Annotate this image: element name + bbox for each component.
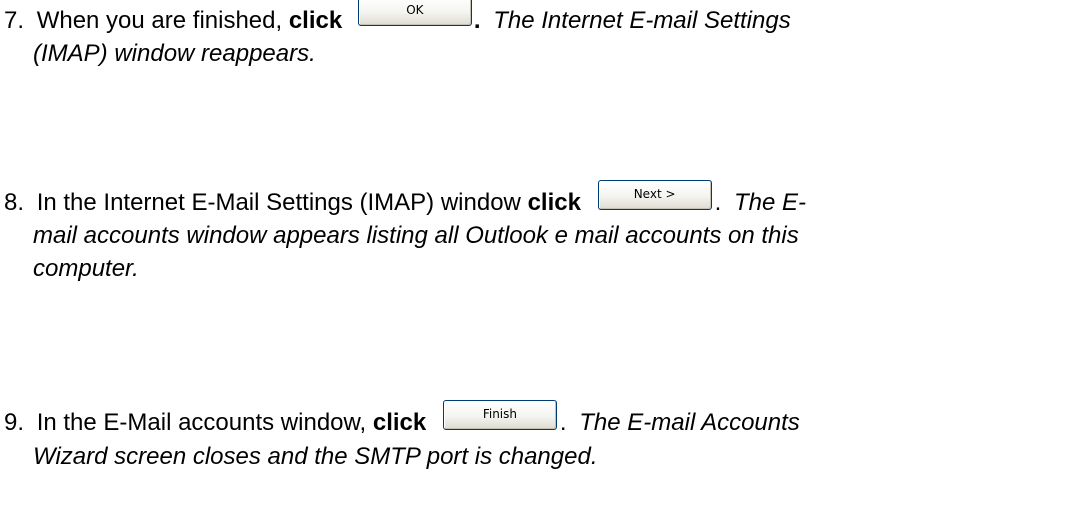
step-8-line-1: 8. In the Internet E-Mail Settings (IMAP… [4,180,806,219]
step-8-line-3: computer. [33,252,139,285]
step-instruction: When you are finished, [36,7,289,34]
step-8-line-2: mail accounts window appears listing all… [33,219,799,252]
step-9-line-1: 9. In the E-Mail accounts window, click … [4,400,800,439]
step-number: 7. [4,7,25,34]
step-result-note: The E- [733,189,806,216]
step-result-note-continued: Wizard screen closes and the SMTP port i… [33,443,598,470]
next-button[interactable]: Next > [597,180,712,210]
step-instruction: In the Internet E-Mail Settings (IMAP) w… [36,189,528,216]
step-instruction: In the E-Mail accounts window, [36,409,373,436]
step-period: . [559,409,567,436]
step-action-word: click [372,409,427,436]
step-result-note: The E-mail Accounts [579,409,800,436]
step-action-word: click [527,189,581,216]
finish-button[interactable]: Finish [442,400,557,430]
step-result-note-continued: mail accounts window appears listing all… [33,222,799,249]
step-number: 9. [4,409,25,436]
ok-button[interactable]: OK [357,0,472,26]
step-9-line-2: Wizard screen closes and the SMTP port i… [33,440,598,473]
step-result-note-continued: (IMAP) window reappears. [33,40,316,67]
step-7-line-1: 7. When you are finished, click OK. The … [4,0,791,37]
step-result-note: The Internet E-mail Settings [493,7,791,34]
step-number: 8. [4,189,25,216]
step-action-word: click [288,7,343,34]
step-period: . [473,7,481,34]
step-period: . [714,189,722,216]
step-7-line-2: (IMAP) window reappears. [33,37,316,70]
step-result-note-continued: computer. [33,255,139,282]
